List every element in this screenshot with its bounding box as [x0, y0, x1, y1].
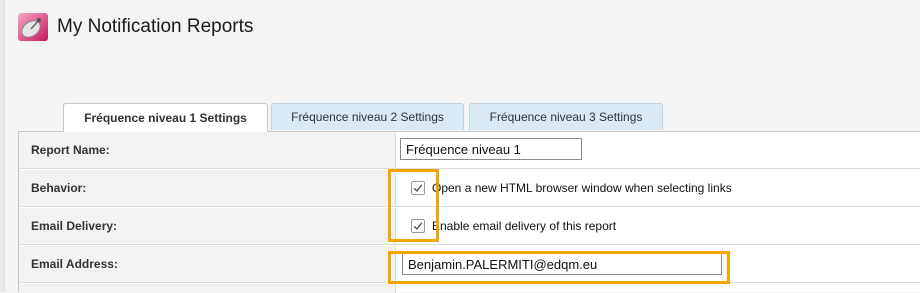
report-name-label: Report Name:	[19, 132, 396, 168]
email-address-label: Email Address:	[19, 246, 396, 282]
tab-frequence-niveau-2[interactable]: Fréquence niveau 2 Settings	[271, 103, 464, 130]
page-title: My Notification Reports	[57, 16, 254, 37]
tab-label: Fréquence niveau 3 Settings	[489, 110, 643, 124]
email-delivery-row: Email Delivery: Enable email delivery of…	[19, 208, 920, 245]
email-address-row: Email Address:	[19, 246, 920, 283]
checkmark-icon	[413, 222, 423, 231]
email-delivery-label: Email Delivery:	[19, 208, 396, 244]
tab-frequence-niveau-3[interactable]: Fréquence niveau 3 Settings	[469, 103, 663, 130]
behavior-row: Behavior: Open a new HTML browser window…	[19, 170, 920, 207]
enable-email-delivery-checkbox[interactable]	[411, 219, 425, 233]
enable-email-delivery-label: Enable email delivery of this report	[432, 219, 617, 233]
tab-label: Fréquence niveau 1 Settings	[84, 111, 247, 125]
window-left-edge	[0, 0, 5, 292]
open-new-window-label: Open a new HTML browser window when sele…	[432, 181, 732, 195]
checkmark-icon	[413, 184, 423, 193]
report-name-input[interactable]	[400, 138, 582, 160]
behavior-label: Behavior:	[19, 170, 396, 206]
satellite-dish-icon	[18, 13, 48, 41]
report-name-row: Report Name:	[19, 132, 920, 169]
page-header: My Notification Reports	[17, 12, 253, 42]
tab-frequence-niveau-1[interactable]: Fréquence niveau 1 Settings	[63, 103, 268, 132]
email-address-input[interactable]	[402, 253, 722, 275]
tab-label: Fréquence niveau 2 Settings	[291, 110, 444, 124]
settings-form: Report Name: Behavior: Open a new HTML b…	[18, 131, 920, 293]
open-new-window-checkbox[interactable]	[411, 181, 425, 195]
settings-tabs: Fréquence niveau 1 Settings Fréquence ni…	[0, 103, 920, 132]
